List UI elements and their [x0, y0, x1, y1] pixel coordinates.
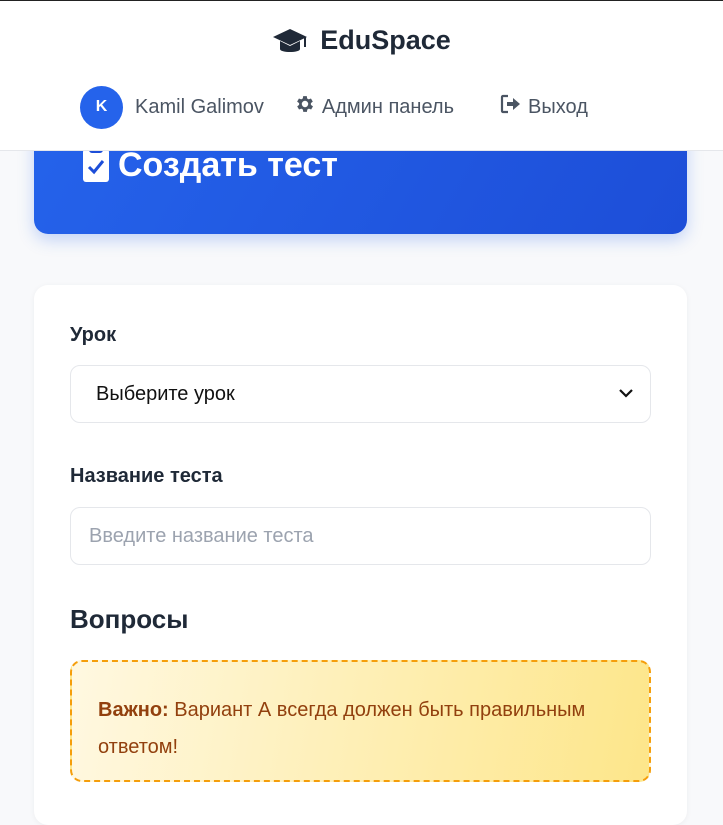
avatar[interactable]: K: [80, 85, 123, 129]
warning-strong: Важно:: [98, 699, 169, 721]
user-name[interactable]: Kamil Galimov: [135, 96, 264, 119]
brand[interactable]: EduSpace: [0, 25, 723, 56]
user-nav: K Kamil Galimov Админ панель Выход: [80, 85, 588, 129]
chevron-down-icon: [618, 385, 634, 403]
top-navbar: EduSpace K Kamil Galimov Админ панель Вы…: [0, 0, 723, 151]
warning-note: Важно: Вариант А всегда должен быть прав…: [70, 660, 651, 782]
warning-text: Вариант А всегда должен быть правильным …: [98, 699, 586, 758]
gear-icon: [294, 93, 322, 121]
logout-icon: [500, 94, 528, 120]
lesson-select[interactable]: Выберите урок: [70, 365, 651, 423]
logout-label: Выход: [528, 95, 588, 118]
test-name-label: Название теста: [70, 465, 223, 487]
lesson-select-value: Выберите урок: [96, 382, 235, 405]
questions-title: Вопросы: [70, 604, 189, 634]
brand-name: EduSpace: [320, 25, 451, 55]
test-name-input[interactable]: [70, 507, 651, 565]
lesson-label: Урок: [70, 324, 117, 346]
admin-panel-label: Админ панель: [321, 95, 455, 118]
page-title-text: Создать тест: [118, 146, 338, 184]
logout-link[interactable]: Выход: [500, 94, 588, 120]
graduation-cap-icon: [272, 26, 308, 56]
admin-panel-link[interactable]: Админ панель: [294, 93, 454, 121]
